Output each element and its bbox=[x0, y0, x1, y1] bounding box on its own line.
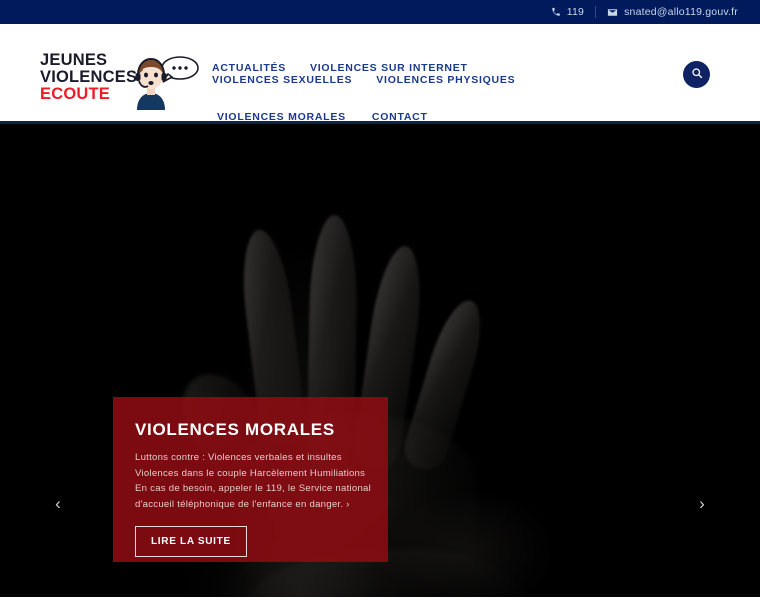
top-email-link[interactable]: snated@allo119.gouv.fr bbox=[607, 6, 738, 18]
logo-line-2: VIOLENCES bbox=[40, 67, 138, 86]
hero-slide-description: Luttons contre : Violences verbales et i… bbox=[135, 452, 372, 510]
top-bar-divider bbox=[595, 6, 597, 18]
envelope-icon bbox=[607, 7, 618, 18]
logo-wordmark: JEUNES VIOLENCES ECOUTE bbox=[40, 52, 137, 102]
phone-icon bbox=[551, 7, 561, 17]
search-button[interactable] bbox=[683, 61, 710, 88]
site-logo[interactable]: JEUNES VIOLENCES ECOUTE bbox=[40, 52, 203, 115]
hero-slide-caption: VIOLENCES MORALES Luttons contre : Viole… bbox=[113, 397, 388, 562]
hero-slide-title: VIOLENCES MORALES bbox=[135, 420, 335, 439]
top-contact-group: 119 snated@allo119.gouv.fr bbox=[551, 6, 738, 18]
carousel-next-arrow-icon[interactable]: › bbox=[691, 493, 713, 515]
site-header: JEUNES VIOLENCES ECOUTE ACTUALITÉS VIOLE… bbox=[0, 24, 760, 124]
nav-item-violences-internet[interactable]: VIOLENCES SUR INTERNET bbox=[310, 62, 468, 74]
main-navigation: ACTUALITÉS VIOLENCES SUR INTERNET VIOLEN… bbox=[212, 24, 652, 123]
top-contact-bar: 119 snated@allo119.gouv.fr bbox=[0, 0, 760, 24]
nav-item-contact[interactable]: CONTACT bbox=[372, 111, 428, 123]
read-more-button[interactable]: LIRE LA SUITE bbox=[135, 526, 247, 558]
nav-item-actualites[interactable]: ACTUALITÉS bbox=[212, 62, 286, 74]
logo-line-1: JEUNES bbox=[40, 51, 108, 69]
hero-carousel: VIOLENCES MORALES Luttons contre : Viole… bbox=[0, 124, 760, 597]
nav-item-violences-morales[interactable]: VIOLENCES MORALES bbox=[217, 111, 346, 123]
carousel-prev-arrow-icon[interactable]: ‹ bbox=[47, 493, 69, 515]
nav-item-violences-sexuelles[interactable]: VIOLENCES SEXUELLES bbox=[212, 74, 352, 86]
top-phone-number: 119 bbox=[566, 6, 585, 18]
search-icon bbox=[691, 67, 703, 82]
logo-boy-with-headset-icon bbox=[133, 54, 203, 115]
nav-item-violences-physiques[interactable]: VIOLENCES PHYSIQUES bbox=[376, 74, 515, 86]
nav-row-primary: ACTUALITÉS VIOLENCES SUR INTERNET VIOLEN… bbox=[212, 62, 652, 86]
nav-row-secondary: VIOLENCES MORALES CONTACT bbox=[212, 111, 652, 123]
logo-line-3: ECOUTE bbox=[40, 84, 110, 103]
top-phone-link[interactable]: 119 bbox=[551, 6, 584, 18]
top-email-address: snated@allo119.gouv.fr bbox=[624, 6, 738, 18]
